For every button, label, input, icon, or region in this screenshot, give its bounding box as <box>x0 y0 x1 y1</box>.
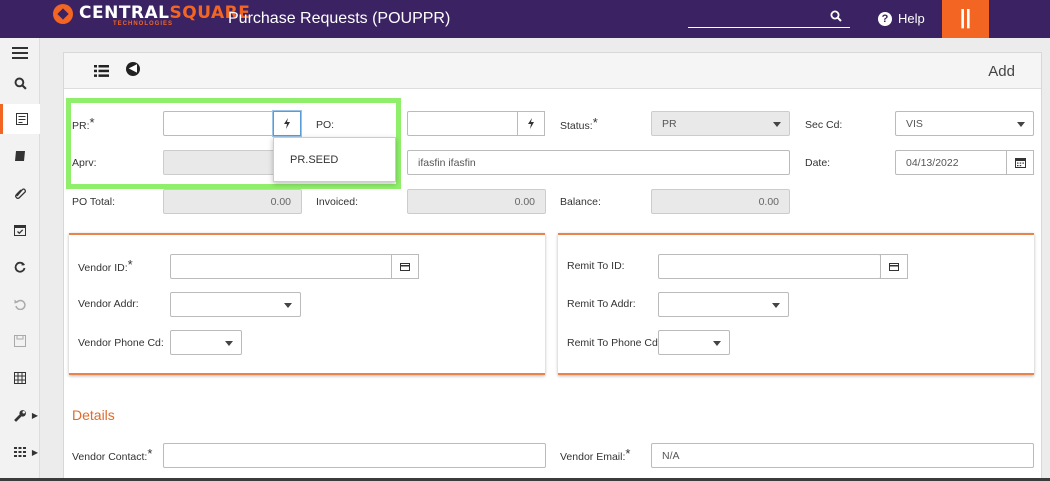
caret-down-icon <box>1017 122 1025 127</box>
form-icon[interactable] <box>0 104 40 134</box>
card-icon <box>889 262 899 271</box>
vendor-contact-input[interactable] <box>163 443 546 468</box>
vendor-addr-label: Vendor Addr: <box>78 298 139 310</box>
status-value: PR <box>662 117 677 130</box>
invoiced-label: Invoiced: <box>316 196 359 208</box>
po-total-label: PO Total: <box>72 196 115 208</box>
vendor-email-input[interactable]: N/A <box>651 443 1034 468</box>
refresh-icon[interactable] <box>0 252 40 282</box>
vendor-addr-select[interactable] <box>170 292 301 317</box>
details-section-title: Details <box>72 407 115 423</box>
vendor-id-input[interactable] <box>170 254 393 279</box>
card-icon <box>400 262 410 271</box>
caret-down-icon <box>225 341 233 346</box>
vendor-email-label: Vendor Email:* <box>560 446 631 463</box>
help-label: Help <box>898 11 925 26</box>
vendor-phone-select[interactable] <box>170 330 242 355</box>
logo-text-central: CENTRAL <box>79 3 170 23</box>
sec-cd-value: VIS <box>906 117 923 130</box>
calendar-button[interactable] <box>1006 150 1034 175</box>
date-input[interactable]: 04/13/2022 <box>895 150 1008 175</box>
vendor-id-label: Vendor ID:* <box>78 257 133 274</box>
top-bar: CENTRALSQUARE TECHNOLOGIES Purchase Requ… <box>0 0 1050 38</box>
vendor-id-lookup-button[interactable] <box>391 254 419 279</box>
apps-icon[interactable]: ▶ <box>0 437 40 467</box>
caret-down-icon <box>713 341 721 346</box>
date-label: Date: <box>805 157 831 169</box>
panel-toolbar: ◀ Add <box>64 53 1041 89</box>
caret-down-icon <box>284 303 292 308</box>
global-search-input[interactable] <box>688 27 850 28</box>
save-icon[interactable] <box>0 326 40 356</box>
balance-label: Balance: <box>560 196 601 208</box>
logo-subtitle: TECHNOLOGIES <box>113 21 174 27</box>
remit-phone-label: Remit To Phone Cd: <box>567 337 661 349</box>
remit-phone-select[interactable] <box>658 330 730 355</box>
caret-down-icon <box>772 303 780 308</box>
chevron-right-icon: ▶ <box>31 410 38 420</box>
chevron-right-icon: ▶ <box>31 447 38 457</box>
sec-cd-select[interactable]: VIS <box>895 111 1034 136</box>
status-select[interactable]: PR <box>651 111 790 136</box>
caret-down-icon <box>773 122 781 127</box>
book-icon[interactable] <box>0 141 40 171</box>
table-grid-icon[interactable] <box>0 363 40 393</box>
remit-id-label: Remit To ID: <box>567 260 625 272</box>
search-icon[interactable] <box>0 68 40 98</box>
requestor-input[interactable]: ifasfin ifasfin <box>407 150 790 175</box>
remit-id-lookup-button[interactable] <box>880 254 908 279</box>
po-total-input: 0.00 <box>163 189 302 214</box>
list-view-icon[interactable] <box>94 64 109 80</box>
hamburger-icon[interactable] <box>0 38 40 68</box>
remit-addr-label: Remit To Addr: <box>567 298 636 310</box>
wrench-icon[interactable]: ▶ <box>0 400 40 430</box>
calendar-check-icon[interactable] <box>0 215 40 245</box>
vendor-contact-label: Vendor Contact:* <box>72 446 153 463</box>
help-button[interactable]: ? Help <box>878 11 925 26</box>
lightning-icon <box>528 118 534 129</box>
app-title: Purchase Requests (POUPPR) <box>228 10 451 27</box>
sec-cd-label: Sec Cd: <box>805 119 843 131</box>
left-sidebar: ▶ ▶ <box>0 38 40 481</box>
invoiced-input: 0.00 <box>407 189 546 214</box>
po-lookup-button[interactable] <box>517 111 545 136</box>
po-input[interactable] <box>407 111 519 136</box>
pr-lookup-dropdown: PR.SEED <box>273 137 396 182</box>
vendor-phone-label: Vendor Phone Cd: <box>78 337 164 349</box>
menu-toggle-button[interactable]: || <box>942 0 989 38</box>
mode-label: Add <box>988 63 1015 80</box>
paperclip-icon[interactable] <box>0 178 40 208</box>
dropdown-option-pr-seed[interactable]: PR.SEED <box>290 154 338 166</box>
remit-id-input[interactable] <box>658 254 881 279</box>
logo-mark-icon <box>53 4 73 24</box>
status-label: Status:* <box>560 115 598 132</box>
undo-icon[interactable] <box>0 289 40 319</box>
remit-addr-select[interactable] <box>658 292 789 317</box>
search-icon[interactable] <box>830 10 842 25</box>
back-arrow-icon[interactable]: ◀ <box>126 62 140 76</box>
calendar-icon <box>1014 158 1026 168</box>
question-icon: ? <box>878 11 892 26</box>
balance-input: 0.00 <box>651 189 790 214</box>
